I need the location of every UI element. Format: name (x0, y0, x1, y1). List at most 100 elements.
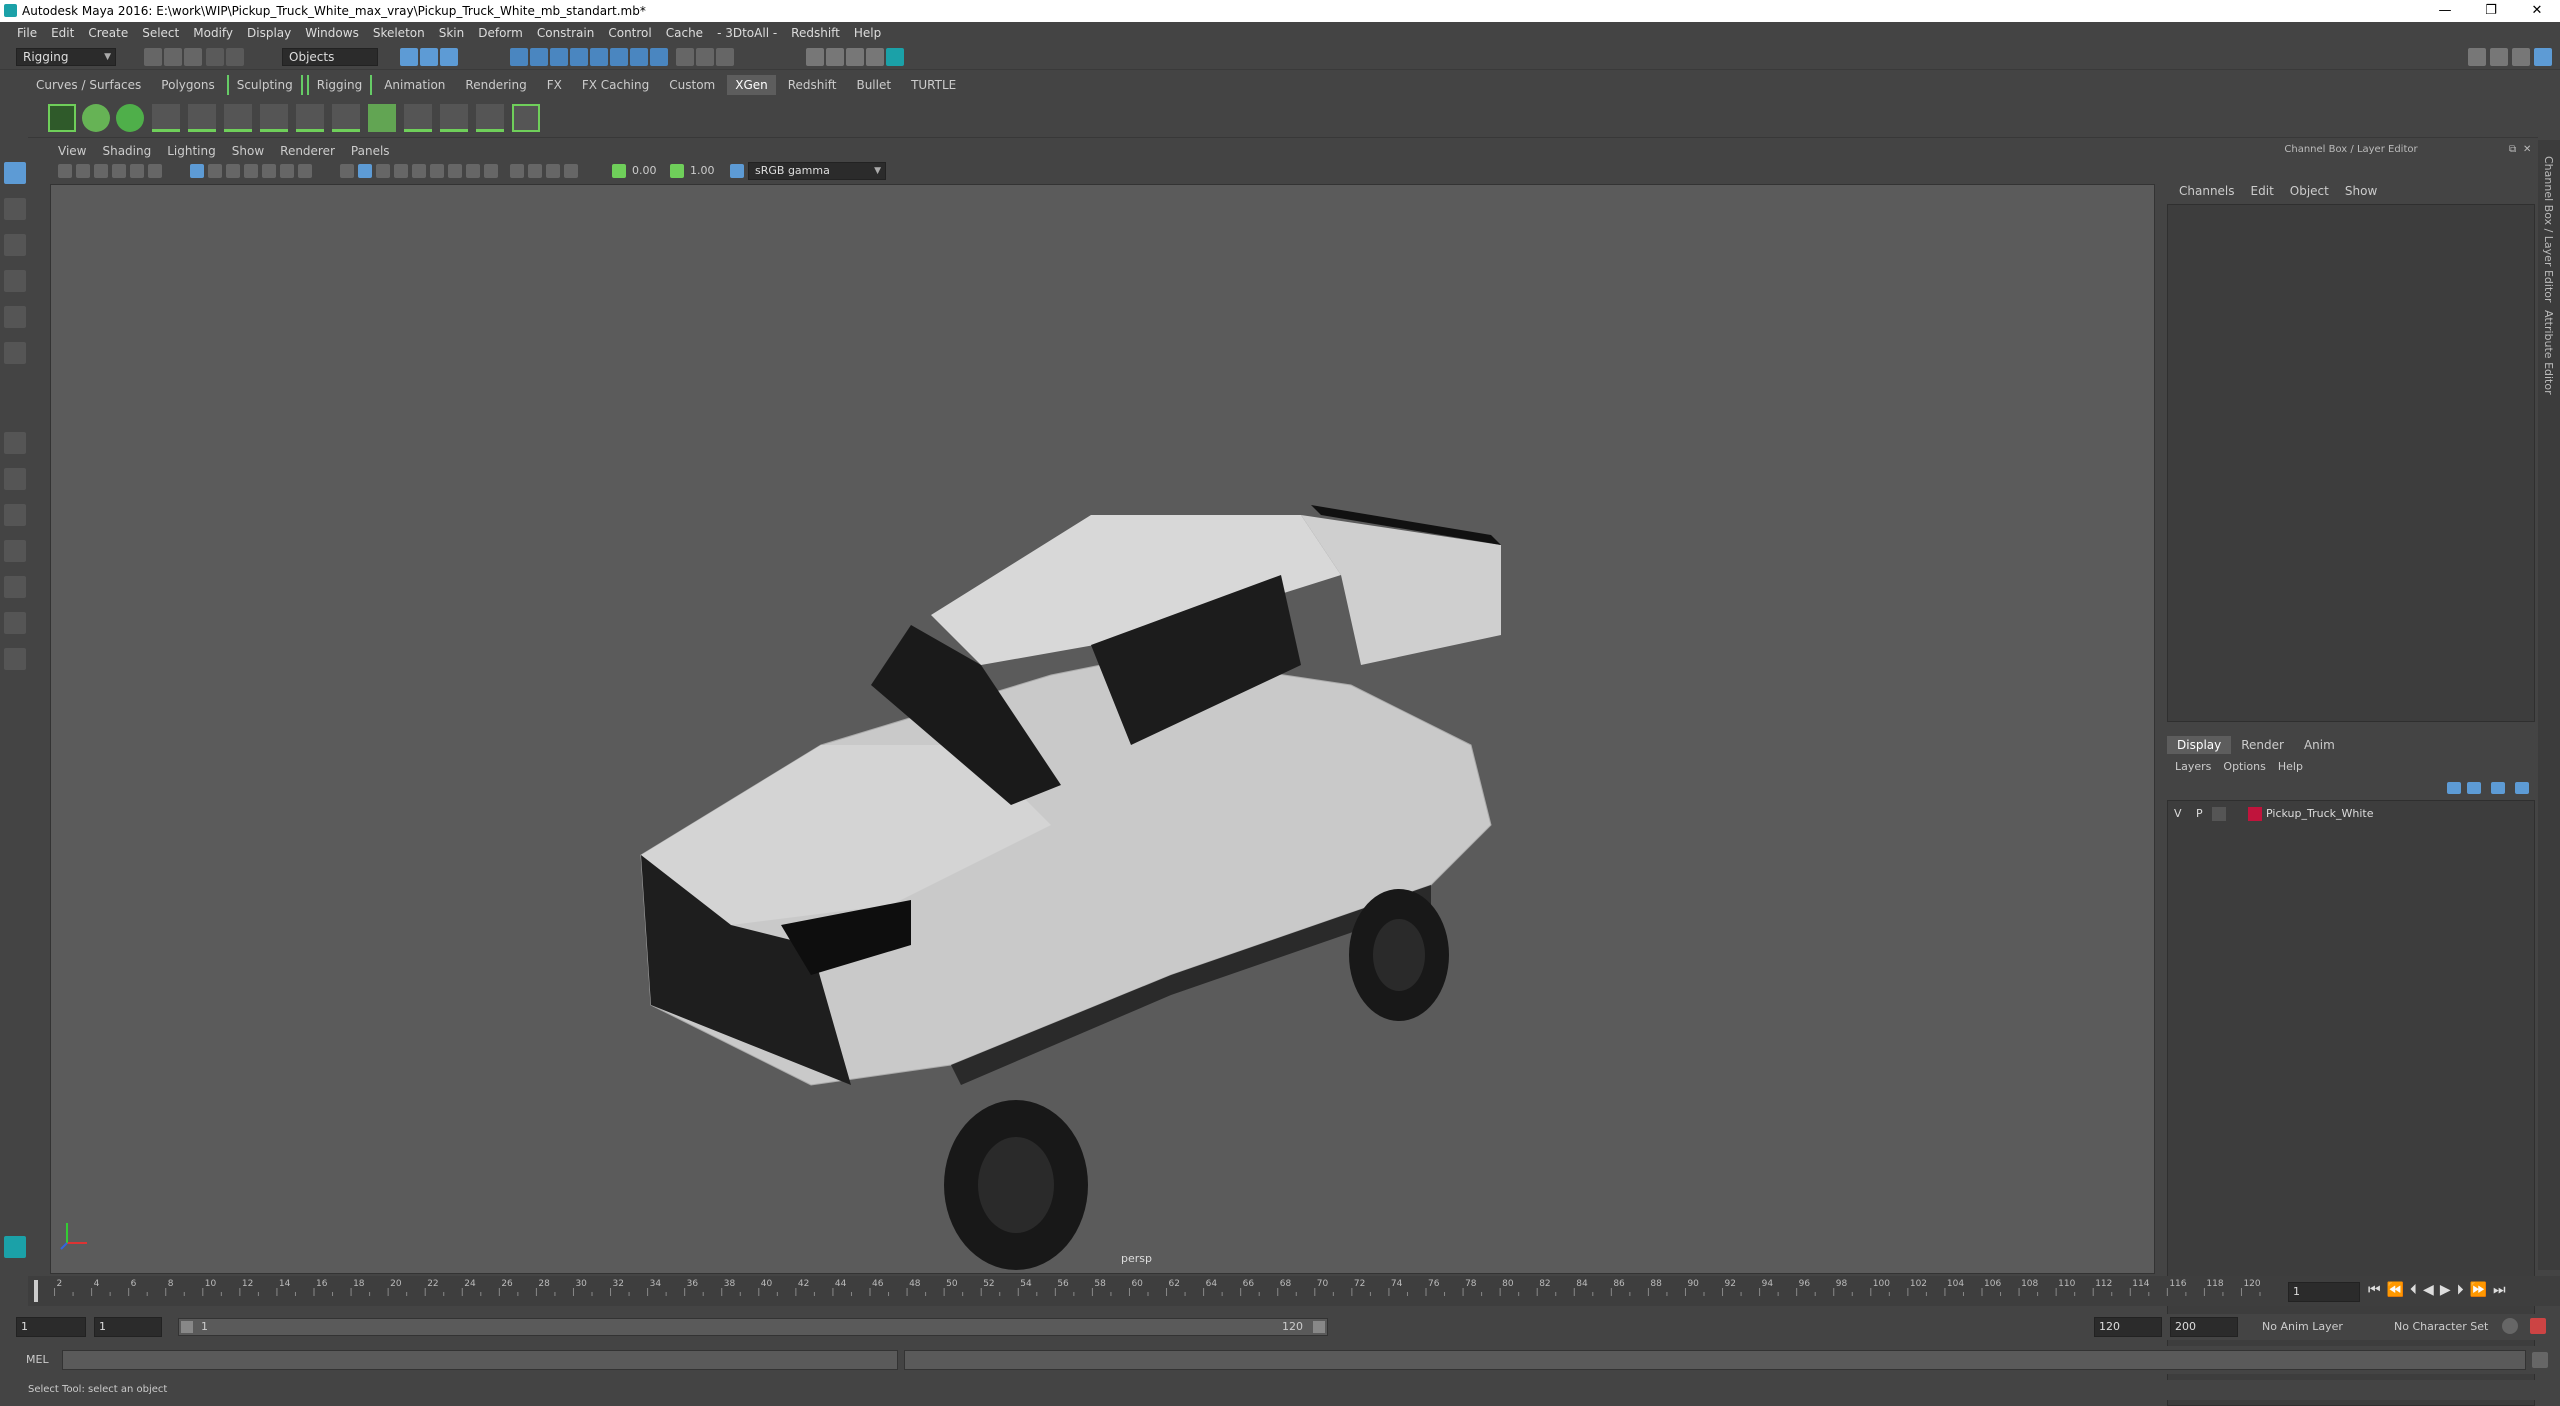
paint-select-tool-icon[interactable] (4, 234, 26, 256)
safe-title-icon[interactable] (298, 164, 312, 178)
panel-layout-icon[interactable] (2490, 48, 2508, 66)
options-menu[interactable]: Options (2217, 760, 2271, 773)
new-empty-layer-icon[interactable] (2491, 782, 2505, 794)
xgen-lock-guide-icon[interactable] (296, 104, 324, 132)
lock-icon[interactable] (676, 48, 694, 66)
animation-start-field[interactable]: 1 (16, 1317, 86, 1337)
tab-rendering[interactable]: Rendering (457, 75, 534, 95)
2d-pan-zoom-icon[interactable] (130, 164, 144, 178)
xgen-cut-icon[interactable] (476, 104, 504, 132)
show-menu[interactable]: Show (2337, 184, 2385, 198)
save-scene-icon[interactable] (184, 48, 202, 66)
hypershade-icon[interactable] (866, 48, 884, 66)
tab-fx[interactable]: FX (539, 75, 570, 95)
camera-attributes-icon[interactable] (76, 164, 90, 178)
layer-visibility-toggle[interactable]: V (2174, 807, 2182, 820)
viewport-menu-panels[interactable]: Panels (343, 144, 398, 160)
layers-menu[interactable]: Layers (2169, 760, 2217, 773)
color-management-icon[interactable] (730, 164, 744, 178)
exposure-icon[interactable] (612, 164, 626, 178)
smooth-shade-icon[interactable] (358, 164, 372, 178)
step-forward-frame-icon[interactable]: ⏵ (2457, 1282, 2464, 1298)
select-by-component-icon[interactable] (440, 48, 458, 66)
snap-curve-icon[interactable] (530, 48, 548, 66)
construction-history-icon[interactable] (650, 48, 668, 66)
snap-view-plane-icon[interactable] (570, 48, 588, 66)
gamma-icon[interactable] (670, 164, 684, 178)
menu-control[interactable]: Control (601, 26, 658, 40)
persp-relationship-layout-icon[interactable] (4, 612, 26, 634)
close-panel-icon[interactable]: ✕ (2523, 144, 2531, 155)
redo-icon[interactable] (226, 48, 244, 66)
render-frame-icon[interactable] (806, 48, 824, 66)
menu-create[interactable]: Create (81, 26, 135, 40)
current-frame-field[interactable]: 1 (2288, 1282, 2360, 1302)
menu-skin[interactable]: Skin (432, 26, 472, 40)
step-back-frame-icon[interactable]: ⏴ (2410, 1282, 2417, 1298)
layer-display-type[interactable] (2212, 807, 2226, 821)
ipr-render-icon[interactable] (826, 48, 844, 66)
wireframe-icon[interactable] (340, 164, 354, 178)
open-scene-icon[interactable] (164, 48, 182, 66)
xgen-preview-icon[interactable] (512, 104, 540, 132)
new-layer-from-selection-icon[interactable] (2515, 782, 2529, 794)
tab-turtle[interactable]: TURTLE (903, 75, 964, 95)
menu-file[interactable]: File (10, 26, 44, 40)
animation-end-field[interactable]: 200 (2170, 1317, 2238, 1337)
menu-skeleton[interactable]: Skeleton (366, 26, 432, 40)
exposure-value[interactable]: 0.00 (632, 164, 657, 177)
menu-modify[interactable]: Modify (186, 26, 240, 40)
anti-aliasing-icon[interactable] (466, 164, 480, 178)
menu-display[interactable]: Display (240, 26, 298, 40)
minimize-button[interactable]: — (2422, 0, 2468, 22)
toggle-channel-box-icon[interactable] (2534, 48, 2552, 66)
tab-render[interactable]: Render (2231, 736, 2294, 754)
selection-mode-dropdown[interactable]: Objects (282, 48, 378, 66)
viewport-menu-shading[interactable]: Shading (94, 144, 159, 160)
step-back-key-icon[interactable]: ⏪ (2387, 1282, 2404, 1298)
use-all-lights-icon[interactable] (412, 164, 426, 178)
channels-menu[interactable]: Channels (2171, 184, 2243, 198)
viewport-menu-lighting[interactable]: Lighting (159, 144, 224, 160)
float-panel-icon[interactable]: ⧉ (2509, 144, 2516, 155)
tab-fx-caching[interactable]: FX Caching (574, 75, 657, 95)
xgen-comb-icon[interactable] (440, 104, 468, 132)
persp-hypershade-layout-icon[interactable] (4, 576, 26, 598)
select-by-hierarchy-icon[interactable] (400, 48, 418, 66)
go-to-start-icon[interactable]: ⏮ (2368, 1282, 2381, 1298)
lasso-tool-icon[interactable] (4, 198, 26, 220)
persp-graph-layout-icon[interactable] (4, 540, 26, 562)
xgen-curves-icon[interactable] (332, 104, 360, 132)
four-view-layout-icon[interactable] (4, 468, 26, 490)
layer-name[interactable]: Pickup_Truck_White (2266, 807, 2373, 820)
auto-key-icon[interactable] (2502, 1318, 2518, 1334)
channel-list[interactable] (2167, 204, 2535, 722)
persp-uv-layout-icon[interactable] (4, 648, 26, 670)
symmetry-icon[interactable] (716, 48, 734, 66)
xgen-add-guide-icon[interactable] (188, 104, 216, 132)
move-tool-icon[interactable] (4, 270, 26, 292)
menu-3dtoall[interactable]: - 3DtoAll - (710, 26, 784, 40)
soft-select-icon[interactable] (696, 48, 714, 66)
menu-cache[interactable]: Cache (659, 26, 710, 40)
snap-live-icon[interactable] (590, 48, 608, 66)
xgen-create-description-icon[interactable] (82, 104, 110, 132)
history-icon[interactable] (610, 48, 628, 66)
script-editor-icon[interactable] (2532, 1352, 2548, 1368)
render-settings-icon[interactable] (846, 48, 864, 66)
tab-display[interactable]: Display (2167, 736, 2232, 754)
xgen-sphere-icon[interactable] (116, 104, 144, 132)
bookmark-icon[interactable] (94, 164, 108, 178)
move-layer-down-icon[interactable] (2467, 782, 2481, 794)
script-language-toggle[interactable]: MEL (26, 1353, 49, 1366)
range-slider[interactable]: 1 120 (178, 1318, 1328, 1336)
maximize-button[interactable]: ❐ (2468, 0, 2514, 22)
tab-animation[interactable]: Animation (376, 75, 453, 95)
go-to-end-icon[interactable]: ⏭ (2493, 1282, 2506, 1298)
close-button[interactable]: ✕ (2514, 0, 2560, 22)
viewport-menu-show[interactable]: Show (224, 144, 272, 160)
play-forwards-icon[interactable]: ▶ (2440, 1282, 2451, 1298)
xgen-layers-icon[interactable] (368, 104, 396, 132)
range-start-handle[interactable] (181, 1321, 193, 1333)
tab-channel-box-layer-editor[interactable]: Channel Box / Layer Editor (2542, 156, 2555, 303)
